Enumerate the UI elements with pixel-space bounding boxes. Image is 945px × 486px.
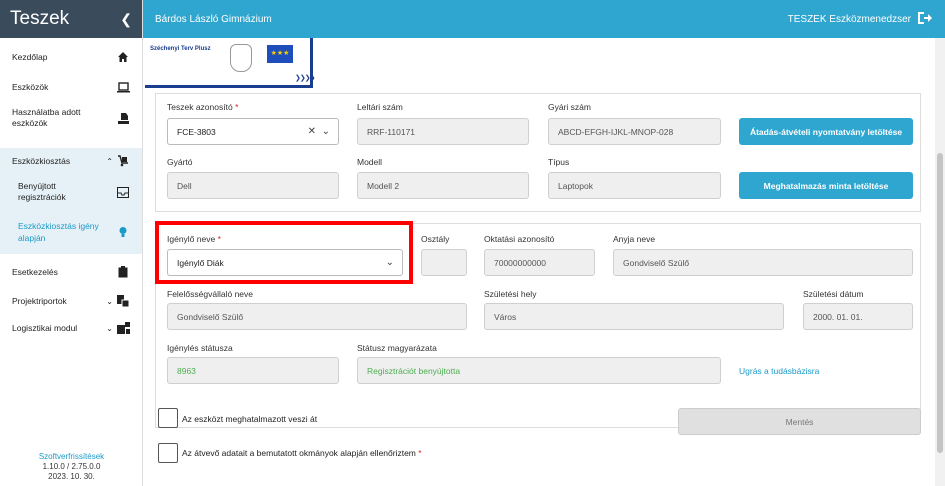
clear-icon[interactable]: ✕ bbox=[308, 126, 316, 137]
handover-download-button[interactable]: Átadás-átvételi nyomtatvány letöltése bbox=[739, 118, 913, 145]
loan-field: RRF-110171 bbox=[357, 118, 529, 145]
class-label: Osztály bbox=[421, 234, 450, 244]
status-field: 8963 bbox=[167, 357, 339, 384]
type-label: Típus bbox=[548, 157, 570, 167]
class-field bbox=[421, 249, 467, 276]
birthdate-label: Születési dátum bbox=[803, 289, 864, 299]
id-label: Teszek azonosító * bbox=[167, 102, 239, 112]
sidebar-item-igeny-alapjan[interactable]: Eszközkiosztás igény alapján bbox=[0, 210, 142, 254]
funding-logos: Széchenyi Terv Plusz ★★★ ❯❯❯❯ bbox=[145, 38, 315, 88]
proxy-checkbox-label: Az eszközt meghatalmazott veszi át bbox=[182, 414, 318, 424]
sidebar-item-projektriportok[interactable]: Projektriportok ⌄ bbox=[0, 288, 142, 314]
app-title: Teszek bbox=[10, 8, 70, 29]
status-desc-field: Regisztrációt benyújtotta bbox=[357, 357, 721, 384]
birthdate-field: 2000. 01. 01. bbox=[803, 303, 913, 330]
scrollbar-thumb[interactable] bbox=[937, 153, 943, 453]
birthplace-field: Város bbox=[484, 303, 784, 330]
serial-label: Gyári szám bbox=[548, 102, 591, 112]
device-card: Teszek azonosító * FCE-3803 ✕ ⌄ Leltári … bbox=[155, 93, 921, 212]
mother-label: Anyja neve bbox=[613, 234, 656, 244]
proxy-download-button[interactable]: Meghatalmazás minta letöltése bbox=[739, 172, 913, 199]
home-icon bbox=[116, 50, 130, 64]
sidebar-item-eszkozkiosztas[interactable]: Eszközkiosztás ⌃ bbox=[0, 148, 142, 174]
save-button[interactable]: Mentés bbox=[678, 408, 921, 435]
logout-icon[interactable] bbox=[917, 11, 933, 28]
guardian-field: Gondviselő Szülő bbox=[167, 303, 467, 330]
sidebar-header: Teszek ❮ bbox=[0, 0, 142, 38]
sidebar: Teszek ❮ Kezdőlap Eszközök Használatba a… bbox=[0, 0, 143, 486]
lightbulb-icon bbox=[116, 225, 130, 239]
scrollbar[interactable] bbox=[935, 38, 945, 486]
status-desc-label: Státusz magyarázata bbox=[357, 343, 437, 353]
clipboard-icon bbox=[116, 265, 130, 279]
chevron-up-icon: ⌃ bbox=[106, 156, 113, 166]
version-info: Szoftverfrissítések 1.10.0 / 2.75.0.0 20… bbox=[0, 452, 143, 482]
edu-id-field: 70000000000 bbox=[484, 249, 595, 276]
knowledge-base-link[interactable]: Ugrás a tudásbázisra bbox=[739, 366, 819, 376]
version-date: 2023. 10. 30. bbox=[48, 472, 95, 481]
laptop-icon bbox=[116, 80, 130, 94]
type-field: Laptopok bbox=[548, 172, 721, 199]
sidebar-item-eszkozok[interactable]: Eszközök bbox=[0, 76, 142, 98]
coat-of-arms-logo bbox=[230, 44, 252, 72]
chevron-down-icon: ⌄ bbox=[106, 323, 113, 333]
status-label: Igénylés státusza bbox=[167, 343, 233, 353]
model-label: Modell bbox=[357, 157, 383, 167]
report-icon bbox=[116, 294, 130, 308]
inbox-icon bbox=[116, 185, 130, 199]
logistics-icon bbox=[116, 321, 130, 335]
chevron-decoration-icon: ❯❯❯❯ bbox=[295, 75, 315, 82]
birthplace-label: Születési hely bbox=[484, 289, 537, 299]
hand-box-icon bbox=[116, 111, 130, 125]
model-field: Modell 2 bbox=[357, 172, 529, 199]
sidebar-item-kezdolap[interactable]: Kezdőlap bbox=[0, 38, 142, 76]
maker-field: Dell bbox=[167, 172, 339, 199]
chevron-down-icon[interactable]: ⌄ bbox=[322, 126, 330, 137]
guardian-label: Felelősségvállaló neve bbox=[167, 289, 253, 299]
sidebar-item-benyujtott[interactable]: Benyújtott regisztrációk bbox=[0, 174, 142, 210]
school-name: Bárdos László Gimnázium bbox=[155, 13, 272, 25]
szechenyi-logo: Széchenyi Terv Plusz bbox=[150, 46, 211, 52]
verify-checkbox[interactable] bbox=[158, 443, 178, 463]
software-updates-link[interactable]: Szoftverfrissítések bbox=[0, 452, 143, 462]
hand-truck-icon bbox=[116, 154, 130, 168]
serial-field: ABCD-EFGH-IJKL-MNOP-028 bbox=[548, 118, 721, 145]
app-name: TESZEK Eszközmenedzser bbox=[787, 13, 911, 25]
maker-label: Gyártó bbox=[167, 157, 193, 167]
verify-checkbox-label: Az átvevő adatait a bemutatott okmányok … bbox=[182, 448, 422, 458]
proxy-checkbox[interactable] bbox=[158, 408, 178, 428]
eu-flag-logo: ★★★ bbox=[267, 45, 293, 63]
edu-id-label: Oktatási azonosító bbox=[484, 234, 555, 244]
highlight-box bbox=[155, 221, 413, 284]
topbar: Bárdos László Gimnázium TESZEK Eszközmen… bbox=[143, 0, 945, 38]
sidebar-item-esetkezeles[interactable]: Esetkezelés bbox=[0, 256, 142, 288]
mother-field: Gondviselő Szülő bbox=[613, 249, 913, 276]
chevron-down-icon: ⌄ bbox=[106, 296, 113, 306]
id-select[interactable]: FCE-3803 ✕ ⌄ bbox=[167, 118, 339, 145]
loan-label: Leltári szám bbox=[357, 102, 403, 112]
sidebar-item-hasznalatba[interactable]: Használatba adott eszközök bbox=[0, 98, 142, 138]
chevron-left-icon[interactable]: ❮ bbox=[120, 11, 132, 28]
version-number: 1.10.0 / 2.75.0.0 bbox=[42, 462, 101, 471]
sidebar-item-logisztikai[interactable]: Logisztikai modul ⌄ bbox=[0, 314, 142, 342]
